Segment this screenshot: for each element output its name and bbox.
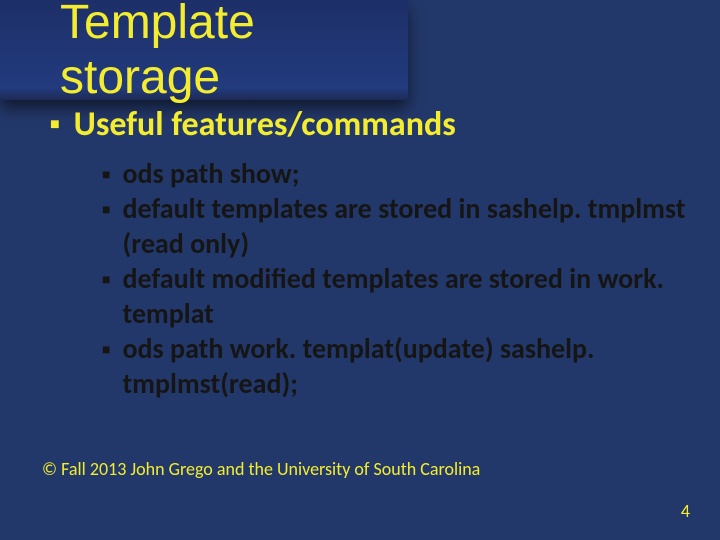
title-box: Template storage	[0, 0, 408, 100]
sub-list: ■ ods path show; ■ default templates are…	[30, 156, 690, 401]
list-item: ■ default templates are stored in sashel…	[102, 191, 690, 261]
bullet-icon: ■	[102, 201, 110, 218]
list-item-text: ods path work. templat(update) sashelp. …	[122, 331, 690, 401]
footer-credit: © Fall 2013 John Grego and the Universit…	[42, 458, 480, 480]
content-area: ■ Useful features/commands ■ ods path sh…	[30, 105, 690, 401]
bullet-icon: ■	[102, 166, 110, 183]
list-item-text: ods path show;	[122, 156, 299, 191]
list-item-text: default templates are stored in sashelp.…	[122, 191, 690, 261]
list-item: ■ default modified templates are stored …	[102, 261, 690, 331]
bullet-icon: ■	[102, 341, 110, 358]
bullet-icon: ■	[102, 271, 110, 288]
list-item: ■ ods path show;	[102, 156, 690, 191]
list-item: ■ ods path work. templat(update) sashelp…	[102, 331, 690, 401]
page-number: 4	[681, 500, 690, 522]
heading-text: Useful features/commands	[74, 105, 456, 146]
heading-row: ■ Useful features/commands	[30, 105, 690, 146]
slide-title: Template storage	[60, 0, 408, 105]
list-item-text: default modified templates are stored in…	[122, 261, 690, 331]
bullet-icon: ■	[50, 115, 60, 134]
